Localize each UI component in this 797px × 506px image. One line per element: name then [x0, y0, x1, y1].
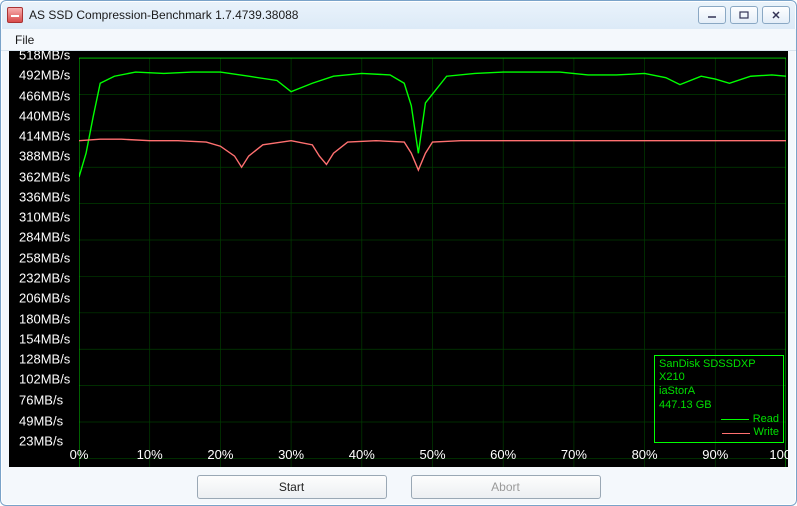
y-tick-label: 76MB/s	[19, 392, 63, 407]
y-tick-label: 284MB/s	[19, 230, 70, 245]
y-tick-label: 232MB/s	[19, 271, 70, 286]
x-tick-label: 50%	[419, 447, 445, 462]
x-tick-label: 90%	[702, 447, 728, 462]
legend-line3: iaStorA	[659, 385, 779, 399]
x-tick-label: 80%	[632, 447, 658, 462]
legend-write-label: Write	[754, 426, 779, 440]
y-tick-label: 388MB/s	[19, 149, 70, 164]
menu-file[interactable]: File	[7, 31, 42, 49]
y-tick-label: 466MB/s	[19, 88, 70, 103]
legend-write-swatch	[722, 433, 750, 434]
x-tick-label: 10%	[137, 447, 163, 462]
y-tick-label: 440MB/s	[19, 108, 70, 123]
legend-line4: 447.13 GB	[659, 399, 779, 413]
button-row: Start Abort	[9, 467, 788, 501]
y-axis: 518MB/s 492MB/s 466MB/s 440MB/s 414MB/s 388MB…	[9, 51, 79, 445]
x-tick-label: 30%	[278, 447, 304, 462]
legend-write-row: Write	[659, 426, 779, 440]
y-tick-label: 206MB/s	[19, 291, 70, 306]
chart-area: 518MB/s 492MB/s 466MB/s 440MB/s 414MB/s 388MB…	[9, 51, 788, 467]
app-window: AS SSD Compression-Benchmark 1.7.4739.38…	[0, 0, 797, 506]
x-tick-label: 100%	[769, 447, 788, 462]
y-tick-label: 258MB/s	[19, 250, 70, 265]
y-tick-label: 23MB/s	[19, 434, 63, 449]
abort-button: Abort	[411, 475, 601, 499]
close-button[interactable]	[762, 6, 790, 24]
legend-read-swatch	[721, 419, 749, 420]
y-tick-label: 49MB/s	[19, 413, 63, 428]
x-axis: 0%10%20%30%40%50%60%70%80%90%100%	[79, 445, 786, 467]
window-controls	[698, 6, 790, 24]
y-tick-label: 362MB/s	[19, 169, 70, 184]
y-tick-label: 414MB/s	[19, 129, 70, 144]
x-tick-label: 70%	[561, 447, 587, 462]
x-tick-label: 60%	[490, 447, 516, 462]
app-icon	[7, 7, 23, 23]
y-tick-label: 180MB/s	[19, 311, 70, 326]
y-tick-label: 336MB/s	[19, 189, 70, 204]
legend-read-row: Read	[659, 413, 779, 427]
legend-read-label: Read	[753, 413, 779, 427]
maximize-button[interactable]	[730, 6, 758, 24]
menubar: File	[1, 29, 796, 51]
y-tick-label: 310MB/s	[19, 210, 70, 225]
y-tick-label: 492MB/s	[19, 68, 70, 83]
x-tick-label: 40%	[349, 447, 375, 462]
start-button[interactable]: Start	[197, 475, 387, 499]
y-tick-label: 128MB/s	[19, 352, 70, 367]
legend-box: SanDisk SDSSDXP X210 iaStorA 447.13 GB R…	[654, 355, 784, 444]
window-title: AS SSD Compression-Benchmark 1.7.4739.38…	[29, 8, 692, 22]
y-tick-label: 518MB/s	[19, 51, 70, 62]
y-tick-label: 102MB/s	[19, 372, 70, 387]
content-area: 518MB/s 492MB/s 466MB/s 440MB/s 414MB/s 388MB…	[1, 51, 796, 505]
y-tick-label: 154MB/s	[19, 331, 70, 346]
x-tick-label: 20%	[207, 447, 233, 462]
legend-line1: SanDisk SDSSDXP	[659, 358, 779, 372]
x-tick-label: 0%	[70, 447, 89, 462]
legend-line2: X210	[659, 371, 779, 385]
minimize-button[interactable]	[698, 6, 726, 24]
titlebar[interactable]: AS SSD Compression-Benchmark 1.7.4739.38…	[1, 1, 796, 29]
